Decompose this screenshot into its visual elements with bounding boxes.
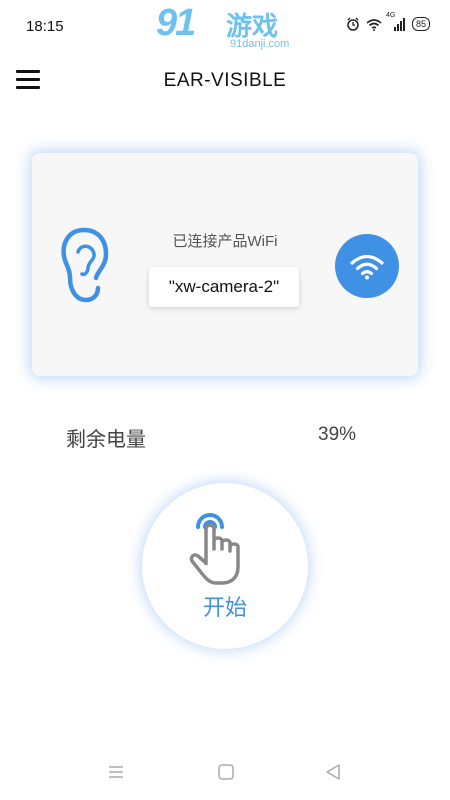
page-title: EAR-VISIBLE [163, 70, 287, 91]
status-icons: 4G 85 [346, 12, 430, 31]
battery-value: 39% [318, 424, 357, 445]
ssid-display: "xw-camera-2" [149, 267, 299, 307]
watermark-number: 91 [156, 2, 196, 44]
battery-label: 剩余电量 [66, 429, 146, 451]
connection-card: 已连接产品WiFi "xw-camera-2" [32, 153, 418, 376]
signal-icon: 4G [386, 12, 406, 31]
tap-hand-icon [189, 513, 240, 585]
watermark-url: 91danji.com [230, 38, 290, 50]
status-bar: 18:15 4G 85 91 游戏 91danji.com [0, 0, 450, 56]
menu-nav-icon[interactable] [106, 762, 126, 782]
network-type: 4G [385, 11, 396, 19]
status-time: 18:15 [26, 18, 64, 35]
wifi-icon [350, 254, 384, 280]
back-nav-icon[interactable] [323, 762, 343, 782]
battery-icon: 85 [411, 17, 430, 31]
start-label: 开始 [202, 595, 247, 620]
watermark-logo: 91 游戏 91danji.com [156, 2, 296, 54]
alarm-icon [346, 17, 360, 31]
start-button[interactable]: 开始 [142, 483, 308, 649]
wifi-status-icon [366, 18, 382, 31]
wifi-button[interactable] [335, 234, 399, 298]
home-nav-icon[interactable] [216, 762, 236, 782]
